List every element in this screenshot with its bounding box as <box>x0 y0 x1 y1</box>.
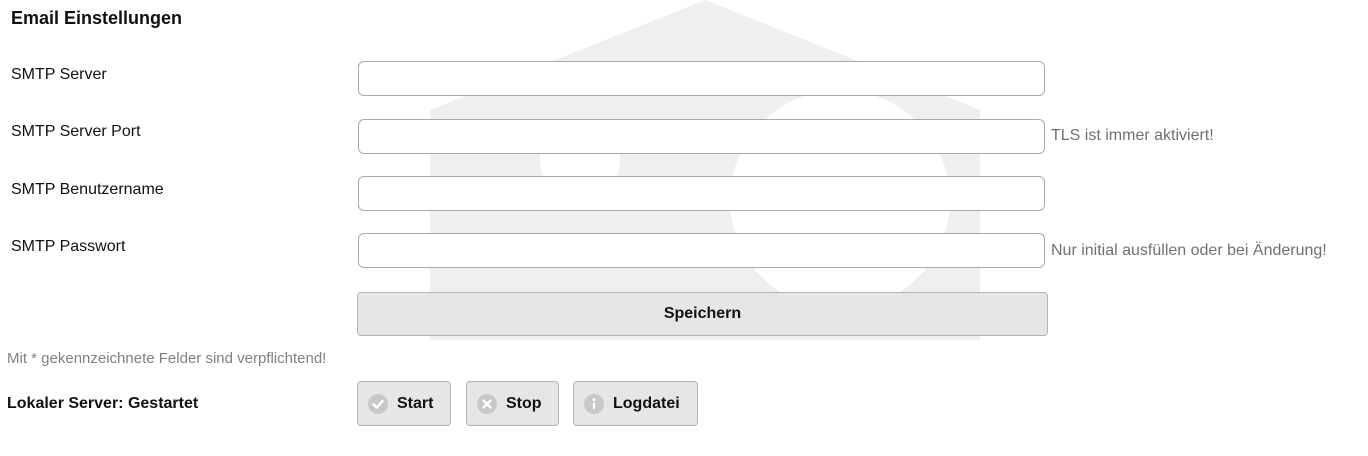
smtp-username-input[interactable] <box>358 176 1045 211</box>
smtp-password-label: SMTP Passwort <box>11 238 126 255</box>
close-icon <box>477 393 497 414</box>
smtp-port-input[interactable] <box>358 119 1045 154</box>
stop-button-label: Stop <box>506 394 542 412</box>
logfile-button[interactable]: Logdatei <box>573 381 698 426</box>
smtp-server-label: SMTP Server <box>11 66 107 83</box>
smtp-username-label: SMTP Benutzername <box>11 181 164 198</box>
page-title: Email Einstellungen <box>11 8 183 28</box>
email-settings-page: Email Einstellungen SMTP Server SMTP Ser… <box>0 0 1368 456</box>
save-button[interactable]: Speichern <box>357 292 1048 336</box>
password-hint: Nur initial ausfüllen oder bei Änderung! <box>1051 242 1327 259</box>
tls-hint: TLS ist immer aktiviert! <box>1051 127 1214 144</box>
required-fields-note: Mit * gekennzeichnete Felder sind verpfl… <box>7 350 327 367</box>
save-button-label: Speichern <box>663 305 742 322</box>
info-icon <box>584 393 604 414</box>
server-status-text: Lokaler Server: Gestartet <box>7 395 199 412</box>
start-button-label: Start <box>397 394 434 412</box>
smtp-server-input[interactable] <box>358 61 1045 96</box>
smtp-port-label: SMTP Server Port <box>11 123 141 140</box>
smtp-password-input[interactable] <box>358 233 1045 268</box>
start-button[interactable]: Start <box>357 381 451 426</box>
logfile-button-label: Logdatei <box>613 394 680 412</box>
stop-button[interactable]: Stop <box>466 381 559 426</box>
check-icon <box>368 393 388 414</box>
